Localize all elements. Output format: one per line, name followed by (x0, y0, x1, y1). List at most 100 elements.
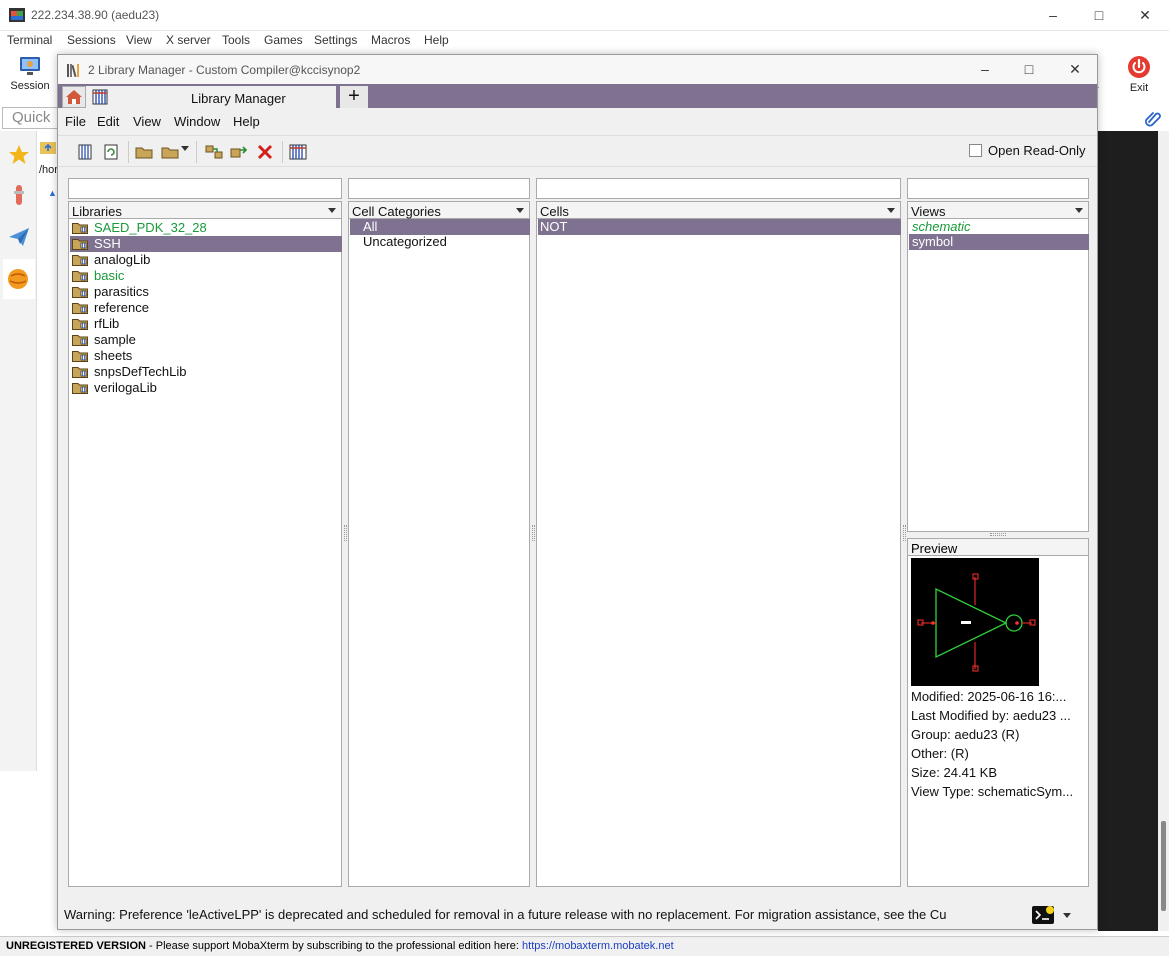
categories-list[interactable]: All Uncategorized (348, 219, 530, 887)
categories-filter-input[interactable] (348, 178, 530, 199)
library-item[interactable]: rfLib (70, 316, 342, 332)
views-list[interactable]: schematic symbol (907, 219, 1089, 532)
copy-icon[interactable] (205, 143, 223, 161)
library-item[interactable]: analogLib (70, 252, 342, 268)
lm-menu-help[interactable]: Help (233, 114, 260, 129)
lm-close-icon[interactable]: ✕ (1065, 60, 1085, 78)
splitter-handle[interactable] (990, 533, 1006, 536)
cells-filter-input[interactable] (536, 178, 901, 199)
library-grid-icon[interactable] (289, 143, 307, 161)
lm-minimize-icon[interactable]: – (975, 60, 995, 78)
quick-connect-input[interactable]: Quick (2, 107, 58, 129)
lm-menu-edit[interactable]: Edit (97, 114, 119, 129)
preview-modified: Modified: 2025-06-16 16:... (911, 689, 1067, 704)
moba-menu-view[interactable]: View (126, 33, 152, 47)
paper-plane-icon (9, 228, 29, 246)
moba-menu-sessions[interactable]: Sessions (67, 33, 116, 47)
sidebar-tab-sftp[interactable] (3, 259, 35, 299)
cell-item[interactable]: NOT (538, 219, 901, 235)
unregistered-label: UNREGISTERED VERSION (6, 940, 146, 952)
moba-file-browser-strip: /hor ▲ (37, 131, 59, 931)
moba-menu-help[interactable]: Help (424, 33, 449, 47)
open-read-only-checkbox[interactable]: Open Read-Only (969, 143, 1086, 158)
splitter-handle[interactable] (344, 525, 347, 541)
view-item[interactable]: schematic (909, 219, 1089, 235)
splitter-handle[interactable] (903, 525, 906, 541)
library-item[interactable]: parasitics (70, 284, 342, 300)
categories-header[interactable]: Cell Categories (348, 201, 530, 219)
library-item-label: analogLib (94, 252, 151, 267)
new-library-icon[interactable] (76, 143, 94, 161)
library-item[interactable]: basic (70, 268, 342, 284)
maximize-icon[interactable]: □ (1089, 6, 1109, 24)
libraries-filter-input[interactable] (68, 178, 342, 199)
lm-maximize-icon[interactable]: □ (1019, 60, 1039, 78)
library-item-label: reference (94, 300, 149, 315)
open-folder-icon[interactable] (135, 143, 153, 161)
views-header[interactable]: Views (907, 201, 1089, 219)
view-item-label: schematic (912, 219, 971, 234)
libraries-list[interactable]: SAED_PDK_32_28 SSH analogLib basic parasitic… (68, 219, 342, 887)
moba-menu-games[interactable]: Games (264, 33, 303, 47)
tab-library-manager[interactable]: Library Manager ✕ (86, 86, 359, 108)
lm-menu-view[interactable]: View (133, 114, 161, 129)
splitter-handle[interactable] (532, 525, 535, 541)
refresh-library-icon[interactable] (102, 143, 120, 161)
lm-menu-window[interactable]: Window (174, 114, 220, 129)
chevron-down-icon[interactable] (1075, 208, 1083, 213)
library-item[interactable]: verilogaLib (70, 380, 342, 396)
scroll-up-icon[interactable]: ▲ (48, 188, 57, 198)
lm-menu-file[interactable]: File (65, 114, 86, 129)
category-item[interactable]: All (350, 219, 530, 235)
moba-menu-settings[interactable]: Settings (314, 33, 357, 47)
close-icon[interactable]: ✕ (1135, 6, 1155, 24)
library-item-label: basic (94, 268, 125, 283)
library-item[interactable]: sample (70, 332, 342, 348)
moba-app-icon (9, 8, 25, 22)
moba-menu-terminal[interactable]: Terminal (7, 33, 52, 47)
library-folder-icon (72, 367, 88, 378)
category-item-label: Uncategorized (363, 234, 447, 249)
home-tab[interactable] (62, 86, 86, 108)
libraries-header[interactable]: Libraries (68, 201, 342, 219)
console-button[interactable] (1032, 906, 1054, 924)
new-tab-button[interactable]: + (340, 86, 368, 108)
open-folder-menu-icon[interactable] (161, 143, 179, 161)
terminal-area[interactable] (1098, 131, 1158, 931)
warning-message: Warning: Preference 'leActiveLPP' is dep… (64, 907, 947, 922)
terminal-scrollbar[interactable] (1158, 131, 1169, 931)
library-item[interactable]: SAED_PDK_32_28 (70, 220, 342, 236)
chevron-down-icon[interactable] (328, 208, 336, 213)
chevron-down-icon[interactable] (887, 208, 895, 213)
chevron-down-icon[interactable] (181, 146, 189, 151)
moba-menu-xserver[interactable]: X server (166, 33, 211, 47)
folder-up-icon[interactable] (40, 140, 56, 154)
minimize-icon[interactable]: – (1043, 6, 1063, 24)
exit-button[interactable]: Exit (1118, 55, 1160, 94)
lm-window-title: 2 Library Manager - Custom Compiler@kcci… (88, 63, 361, 77)
session-button[interactable]: Session (4, 55, 56, 92)
delete-icon[interactable] (256, 143, 274, 161)
sidebar-tab-macros[interactable] (3, 217, 35, 257)
views-filter-input[interactable] (907, 178, 1089, 199)
sidebar-tab-sessions[interactable] (3, 135, 35, 175)
paperclip-icon[interactable] (1144, 109, 1162, 127)
chevron-down-icon[interactable] (1063, 913, 1071, 918)
moba-menu-tools[interactable]: Tools (222, 33, 250, 47)
view-item[interactable]: symbol (909, 234, 1089, 250)
cells-header[interactable]: Cells (536, 201, 901, 219)
library-item[interactable]: SSH (70, 236, 342, 252)
library-item[interactable]: snpsDefTechLib (70, 364, 342, 380)
library-folder-icon (72, 319, 88, 330)
moba-menu-macros[interactable]: Macros (371, 33, 410, 47)
rename-icon[interactable] (230, 143, 248, 161)
cells-list[interactable]: NOT (536, 219, 901, 887)
sidebar-tab-tools[interactable] (3, 175, 35, 215)
library-item[interactable]: sheets (70, 348, 342, 364)
library-item[interactable]: reference (70, 300, 342, 316)
category-item[interactable]: Uncategorized (350, 234, 530, 250)
mobatek-link[interactable]: https://mobaxterm.mobatek.net (522, 940, 674, 952)
support-message: - Please support MobaXterm by subscribin… (145, 940, 523, 952)
checkbox-icon[interactable] (969, 144, 982, 157)
chevron-down-icon[interactable] (516, 208, 524, 213)
